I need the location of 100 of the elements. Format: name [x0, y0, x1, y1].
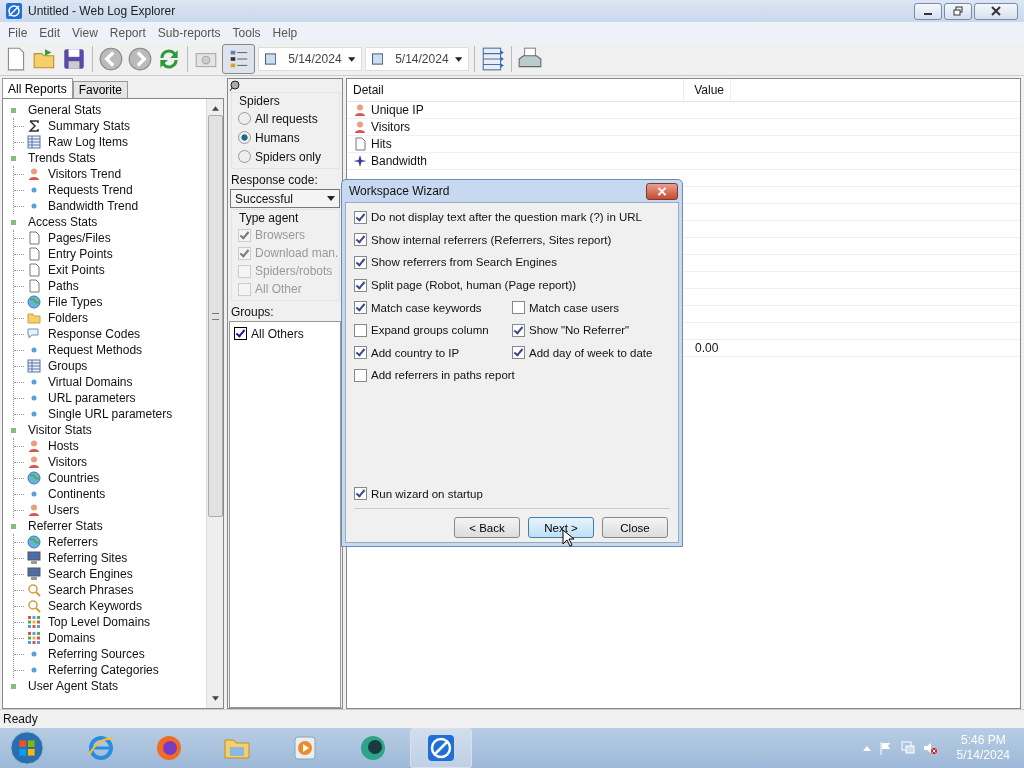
close-button[interactable] — [646, 182, 678, 200]
column-header[interactable]: Detail — [347, 79, 684, 101]
tree-item[interactable]: Referring Sources — [48, 647, 145, 661]
tree-item[interactable]: User Agent Stats — [28, 679, 119, 693]
tab[interactable]: All Reports — [2, 78, 73, 98]
tree-item[interactable]: Users — [48, 503, 80, 517]
browser-e-icon[interactable] — [86, 733, 116, 763]
tree-item[interactable]: Search Phrases — [48, 583, 134, 597]
app-logo-icon — [6, 3, 22, 19]
person-icon — [353, 103, 367, 117]
tree-item[interactable]: URL parameters — [48, 391, 136, 405]
restore-icon — [953, 6, 963, 16]
tree-item[interactable]: File Types — [48, 295, 103, 309]
tree-item[interactable]: Trends Stats — [28, 151, 96, 165]
tab[interactable]: Favorite — [72, 81, 129, 98]
scroll-up-icon[interactable] — [211, 106, 219, 111]
restore-button[interactable] — [944, 2, 972, 20]
tree-item[interactable]: Visitors Trend — [48, 167, 122, 181]
tree-item[interactable]: Search Engines — [48, 567, 133, 581]
tree-item[interactable]: Entry Points — [48, 247, 113, 261]
tree-item[interactable]: Domains — [48, 631, 96, 645]
scrollbar[interactable] — [206, 99, 223, 708]
page-icon — [27, 247, 41, 261]
pin-icon[interactable] — [229, 80, 241, 92]
menu-item[interactable]: View — [66, 25, 104, 40]
columns-icon[interactable] — [480, 46, 506, 72]
save-icon[interactable] — [61, 46, 87, 72]
checkbox[interactable] — [354, 301, 367, 315]
checkbox[interactable] — [354, 210, 367, 224]
menu-item[interactable]: File — [2, 25, 34, 40]
tree-item[interactable]: Single URL parameters — [48, 407, 173, 421]
checkbox-label: All Others — [251, 326, 304, 341]
scroll-thumb[interactable] — [207, 115, 223, 517]
menu-item[interactable]: Edit — [33, 25, 67, 40]
start-orb-icon[interactable] — [8, 729, 46, 767]
tree-item[interactable]: Bandwidth Trend — [48, 199, 139, 213]
column-header[interactable]: Value — [684, 79, 731, 101]
dialog-button[interactable]: Next > — [528, 517, 594, 538]
tree-item[interactable]: Summary Stats — [48, 119, 131, 133]
tree-item[interactable]: Referrers — [48, 535, 98, 549]
tree-item[interactable]: Countries — [48, 471, 100, 485]
tree-item[interactable]: Request Methods — [48, 343, 143, 357]
checkbox[interactable] — [354, 278, 367, 292]
view-list-button[interactable] — [222, 44, 255, 74]
tree-item[interactable]: Hosts — [48, 439, 79, 453]
tree-item[interactable]: Paths — [48, 279, 79, 293]
checkbox[interactable] — [354, 346, 367, 360]
caret-icon — [327, 196, 335, 201]
tree-item[interactable]: Folders — [48, 311, 88, 325]
checkbox[interactable] — [512, 346, 525, 360]
tree-item[interactable]: Access Stats — [28, 215, 98, 229]
checkbox[interactable] — [512, 301, 525, 315]
menu-item[interactable]: Help — [266, 25, 304, 40]
tree-item[interactable]: Continents — [48, 487, 106, 501]
close-button[interactable] — [974, 2, 1018, 20]
checkbox-label: Match case keywords — [371, 301, 482, 314]
tree-item[interactable]: General Stats — [28, 103, 102, 117]
dialog-button[interactable]: Close — [602, 517, 668, 538]
date-picker[interactable]: 5/14/2024 — [365, 47, 469, 71]
checkbox-label: Show "No Referrer" — [529, 324, 630, 337]
checkbox-label: Show referrers from Search Engines — [371, 256, 557, 269]
tree-item[interactable]: Search Keywords — [48, 599, 143, 613]
dialog-button[interactable]: < Back — [454, 517, 520, 538]
checkbox[interactable] — [512, 323, 525, 337]
menu-item[interactable]: Report — [103, 25, 152, 40]
scroll-down-icon[interactable] — [211, 696, 219, 701]
checkbox[interactable] — [354, 487, 367, 501]
field-label: Groups: — [230, 304, 275, 321]
tree-item[interactable]: Groups — [48, 359, 88, 373]
tree-item[interactable]: Referring Categories — [48, 663, 159, 677]
tree-item[interactable]: Virtual Domains — [48, 375, 133, 389]
fox-globe-icon[interactable] — [154, 733, 184, 763]
tree-item[interactable]: Referrer Stats — [28, 519, 103, 533]
radio-button[interactable] — [238, 150, 251, 163]
menu-item[interactable]: Tools — [226, 25, 267, 40]
date-picker[interactable]: 5/14/2024 — [258, 47, 362, 71]
tree-item[interactable]: Requests Trend — [48, 183, 133, 197]
checkbox[interactable] — [354, 368, 367, 382]
minimize-button[interactable] — [914, 2, 942, 20]
tree-item[interactable]: Top Level Domains — [48, 615, 151, 629]
response-code-dropdown[interactable]: Successful — [230, 189, 340, 208]
checkbox[interactable] — [354, 233, 367, 247]
checkbox[interactable] — [234, 327, 247, 340]
page-icon — [27, 263, 41, 277]
speaker-muted-icon[interactable] — [922, 741, 937, 755]
menu-item[interactable]: Sub-reports — [151, 25, 227, 40]
tree-item[interactable]: Visitor Stats — [28, 423, 92, 437]
tree-item[interactable]: Visitors — [48, 455, 88, 469]
monitor-icon — [27, 567, 41, 581]
radio-label: Spiders only — [255, 149, 322, 164]
checkbox[interactable] — [354, 323, 367, 337]
tree-item[interactable]: Pages/Files — [48, 231, 111, 245]
sphere-icon[interactable] — [358, 733, 388, 763]
radio-button[interactable] — [238, 131, 251, 144]
tree-item[interactable]: Raw Log Items — [48, 135, 129, 149]
tree-item[interactable]: Response Codes — [48, 327, 141, 341]
tree-item[interactable]: Exit Points — [48, 263, 105, 277]
checkbox[interactable] — [354, 256, 367, 269]
tree-item[interactable]: Referring Sites — [48, 551, 128, 565]
radio-button[interactable] — [238, 112, 251, 125]
